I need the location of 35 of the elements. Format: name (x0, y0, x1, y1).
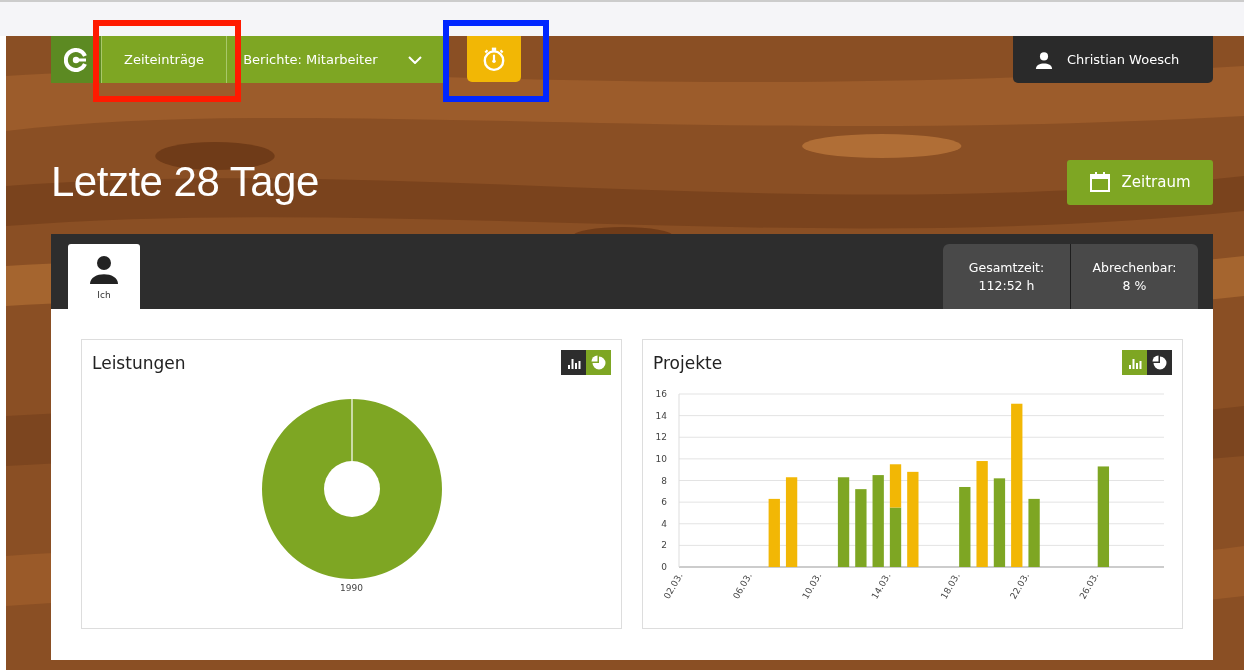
stat-value: 112:52 h (978, 278, 1035, 293)
user-icon (89, 253, 119, 284)
axis-label: 14 (655, 410, 667, 421)
user-icon (1035, 50, 1053, 69)
user-menu-button[interactable]: Christian Woesch (1013, 36, 1213, 83)
pie-chart-icon (1151, 354, 1168, 371)
nav-tab[interactable]: Zeiteinträge (101, 36, 228, 83)
pie-chart-icon (590, 354, 607, 371)
axis-label: 16 (655, 389, 667, 399)
chart-bar (889, 464, 901, 508)
date-range-button[interactable]: Zeitraum (1067, 159, 1213, 205)
axis-label: 4 (660, 518, 667, 529)
chart-bar (889, 507, 901, 567)
chart-bar (768, 498, 780, 567)
axis-label: 6 (660, 497, 667, 508)
person-tab[interactable]: Ich (68, 244, 140, 309)
axis-label: 0 (660, 562, 667, 572)
stat-label: Gesamtzeit: (968, 260, 1045, 275)
axis-label: 8 (660, 475, 667, 486)
axis-label: 10 (655, 453, 667, 464)
calendar-icon (1089, 171, 1112, 193)
slice-label: 1990 (340, 583, 363, 593)
bar-chart-toggle[interactable] (561, 350, 586, 375)
stat-label: Abrechenbar: (1092, 260, 1177, 275)
axis-label: 2 (660, 540, 667, 551)
pie-chart-toggle[interactable] (1147, 350, 1172, 375)
pie-chart-toggle[interactable] (586, 350, 611, 375)
stat-value: 8 % (1122, 278, 1147, 293)
card-title: Projekte (653, 352, 723, 373)
axis-label: 12 (655, 432, 667, 443)
chart-bar (1027, 498, 1040, 567)
bar-chart-toggle[interactable] (1122, 350, 1147, 375)
stopwatch-button[interactable] (466, 36, 521, 82)
card-title: Leistungen (92, 352, 186, 373)
page-title: Letzte 28 Tage (51, 158, 319, 206)
